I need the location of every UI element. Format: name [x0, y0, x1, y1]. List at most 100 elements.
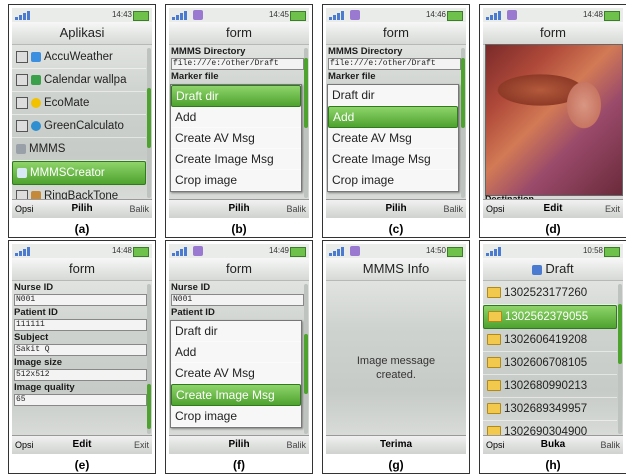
folder-icon	[487, 334, 501, 346]
menu-item-create-av-msg[interactable]: Create AV Msg	[328, 128, 458, 149]
folder-icon	[487, 357, 501, 369]
list-item[interactable]: AccuWeather	[12, 46, 146, 69]
status-bar: 10:58	[483, 244, 623, 258]
softkey-bar: Opsi Edit Exit	[483, 199, 623, 218]
message-icon	[350, 246, 360, 256]
menu-item-create-image-msg[interactable]: Create Image Msg	[328, 149, 458, 170]
softkey-bar: Opsi Edit Exit	[12, 435, 152, 454]
menu-item-create-image-msg[interactable]: Create Image Msg	[171, 149, 301, 170]
scrollbar[interactable]	[304, 284, 308, 434]
lock-icon	[16, 73, 28, 86]
subject-field[interactable]: Sakit Q	[14, 344, 147, 356]
menu-item-crop-image[interactable]: Crop image	[171, 406, 301, 427]
field-label: Marker file	[328, 71, 376, 82]
patient-id-label: Patient ID	[171, 307, 215, 318]
softkey-right[interactable]: Balik	[286, 440, 306, 450]
list-item-selected[interactable]: MMMSCreator	[12, 161, 146, 185]
image-quality-field[interactable]: 65	[14, 394, 147, 406]
field-label: MMMS Directory	[171, 46, 246, 57]
list-item[interactable]: 1302606708105	[483, 352, 617, 375]
softkey-center[interactable]: Edit	[12, 439, 152, 450]
caption-e: (e)	[8, 457, 156, 474]
softkey-right[interactable]: Balik	[600, 440, 620, 450]
softkey-right[interactable]: Balik	[443, 204, 463, 214]
menu-item-add[interactable]: Add	[171, 342, 301, 363]
caption-g: (g)	[322, 457, 470, 474]
softkey-right[interactable]: Exit	[605, 204, 620, 214]
screen-title: form	[12, 258, 152, 281]
caption-f: (f)	[165, 457, 313, 474]
nurse-id-label: Nurse ID	[171, 282, 211, 293]
patient-id-field[interactable]: 111111	[14, 319, 147, 331]
scrollbar[interactable]	[147, 48, 151, 198]
list-item[interactable]: 1302689349957	[483, 398, 617, 421]
phone-screen-g: 14:50 MMMS Info Image message created. T…	[326, 244, 466, 454]
phone-screen-c: 14:46 form MMMS Directory file:///e:/oth…	[326, 8, 466, 218]
options-menu: Draft dir Add Create AV Msg Create Image…	[327, 84, 459, 192]
directory-field[interactable]: file:///e:/other/Draft	[171, 58, 304, 70]
battery-icon	[604, 11, 620, 21]
image-size-field[interactable]: 512x512	[14, 369, 147, 381]
menu-item-create-av-msg[interactable]: Create AV Msg	[171, 128, 301, 149]
menu-item-crop-image[interactable]: Crop image	[328, 170, 458, 191]
list-item-selected[interactable]: 1302562379055	[483, 305, 617, 329]
menu-item-add[interactable]: Add	[328, 106, 458, 128]
softkey-right[interactable]: Exit	[134, 440, 149, 450]
nurse-id-field[interactable]: N001	[171, 294, 304, 306]
list-item[interactable]: EcoMate	[12, 92, 146, 115]
menu-item-draft-dir[interactable]: Draft dir	[171, 321, 301, 342]
list-item[interactable]: 1302606419208	[483, 329, 617, 352]
softkey-right[interactable]: Balik	[129, 204, 149, 214]
list-item-label: 1302606419208	[504, 334, 588, 346]
signal-icon	[329, 10, 347, 20]
scrollbar[interactable]	[618, 284, 622, 434]
signal-icon	[15, 10, 33, 20]
list-item[interactable]: 1302523177260	[483, 282, 617, 305]
clock: 14:48	[582, 10, 603, 19]
info-message-line: created.	[376, 369, 416, 381]
clock: 14:49	[268, 246, 289, 255]
panel-a: 14:43 Aplikasi AccuWeather Calendar wall…	[8, 4, 156, 222]
list-item[interactable]: MMMS	[12, 138, 146, 161]
signal-icon	[172, 246, 190, 256]
folder-icon	[488, 311, 502, 323]
list-item[interactable]: Calendar wallpa	[12, 69, 146, 92]
scrollbar[interactable]	[304, 48, 308, 198]
menu-item-draft-dir[interactable]: Draft dir	[171, 85, 301, 107]
options-menu: Draft dir Add Create AV Msg Create Image…	[170, 320, 302, 428]
message-icon	[193, 246, 203, 256]
signal-icon	[486, 10, 504, 20]
menu-item-draft-dir[interactable]: Draft dir	[328, 85, 458, 106]
nurse-id-field[interactable]: N001	[14, 294, 147, 306]
softkey-bar: Pilih Balik	[169, 435, 309, 454]
scrollbar[interactable]	[147, 284, 151, 434]
list-item[interactable]: GreenCalculato	[12, 115, 146, 138]
list-item-label: AccuWeather	[44, 51, 113, 63]
menu-item-create-av-msg[interactable]: Create AV Msg	[171, 363, 301, 384]
phone-screen-d: 14:48 form Destination Opsi Edit Exit	[483, 8, 623, 218]
menu-item-crop-image[interactable]: Crop image	[171, 170, 301, 191]
weather-icon	[31, 51, 41, 62]
caption-h: (h)	[479, 457, 626, 474]
clock: 14:43	[111, 10, 132, 19]
scrollbar[interactable]	[461, 48, 465, 198]
panel-g: 14:50 MMMS Info Image message created. T…	[322, 240, 470, 458]
directory-field[interactable]: file:///e:/other/Draft	[328, 58, 461, 70]
app-icon	[16, 143, 26, 154]
softkey-right[interactable]: Balik	[286, 204, 306, 214]
info-message-line: Image message	[356, 355, 436, 367]
status-bar: 14:50	[326, 244, 466, 258]
folder-icon	[487, 287, 501, 299]
list-item-label: 1302680990213	[504, 380, 588, 392]
softkey-bar: Pilih Balik	[326, 199, 466, 218]
battery-icon	[133, 247, 149, 257]
clock: 14:45	[268, 10, 289, 19]
menu-item-add[interactable]: Add	[171, 107, 301, 128]
list-item[interactable]: 1302680990213	[483, 375, 617, 398]
softkey-center[interactable]: Edit	[483, 203, 623, 214]
battery-icon	[290, 247, 306, 257]
softkey-center[interactable]: Terima	[326, 439, 466, 450]
battery-icon	[604, 247, 620, 257]
message-icon	[507, 10, 517, 20]
menu-item-create-image-msg[interactable]: Create Image Msg	[171, 384, 301, 406]
